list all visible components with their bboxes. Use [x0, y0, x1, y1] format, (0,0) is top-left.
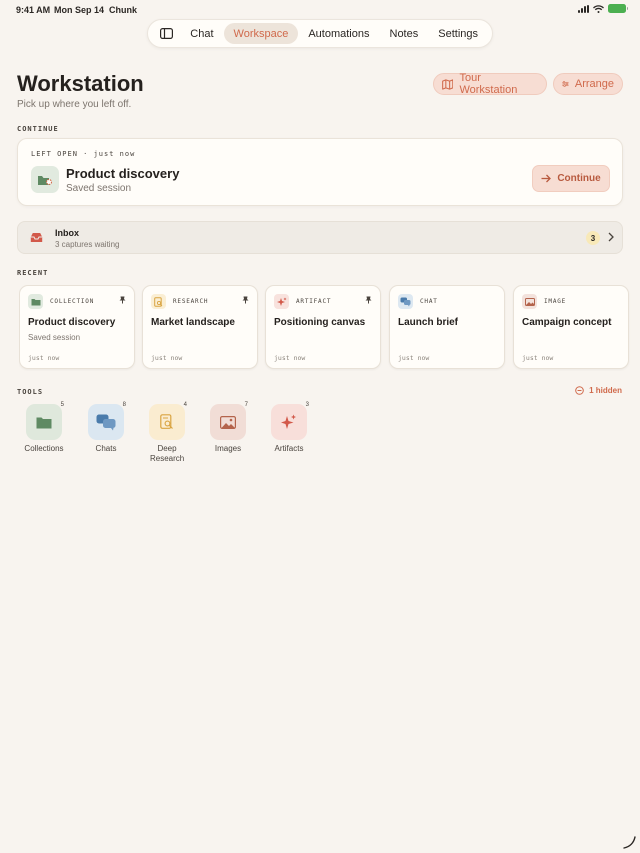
status-time: 9:41 AM — [16, 5, 51, 15]
tool-label: Collections — [24, 444, 64, 453]
folder-icon: 5 — [26, 402, 64, 440]
battery-icon — [608, 4, 628, 13]
recent-card-campaign-concept[interactable]: IMAGE Campaign concept just now — [513, 285, 629, 369]
cellular-signal-icon — [578, 4, 589, 13]
recent-card-time: just now — [151, 354, 183, 362]
page-subtitle: Pick up where you left off. — [17, 99, 132, 110]
hidden-tools-button[interactable]: 1 hidden — [575, 386, 622, 395]
tool-deep-research[interactable]: 4 Deep Research — [137, 402, 197, 464]
arrange-label: Arrange — [574, 78, 614, 90]
tab-notes[interactable]: Notes — [380, 23, 429, 44]
continue-button[interactable]: Continue — [532, 165, 610, 192]
tool-images[interactable]: 7 Images — [198, 402, 258, 454]
status-bar: 9:41 AM Mon Sep 14 Chunk — [0, 0, 640, 20]
sidebar-toggle-button[interactable] — [152, 23, 180, 44]
recent-card-type: CHAT — [420, 298, 438, 305]
tool-count-badge: 5 — [60, 402, 64, 408]
recent-card-type: COLLECTION — [50, 298, 95, 305]
status-indicators — [578, 4, 628, 13]
collection-folder-icon — [31, 166, 59, 193]
tool-artifacts[interactable]: 3 Artifacts — [259, 402, 319, 454]
chat-icon — [398, 294, 413, 309]
sliders-icon — [562, 81, 569, 87]
inbox-count-badge: 3 — [586, 231, 600, 245]
recent-card-time: just now — [274, 354, 306, 362]
recent-card-subtitle: Saved session — [28, 333, 81, 342]
inbox-subtitle: 3 captures waiting — [55, 240, 120, 249]
recent-card-title: Campaign concept — [522, 317, 612, 328]
pin-icon[interactable] — [365, 296, 372, 304]
tour-workstation-button[interactable]: Tour Workstation — [433, 72, 547, 96]
arrange-button[interactable]: Arrange — [553, 73, 623, 95]
image-icon: 7 — [210, 402, 248, 440]
chevron-right-icon — [608, 232, 614, 242]
resize-corner-icon — [623, 836, 636, 849]
recent-card-title: Product discovery — [28, 317, 116, 328]
tool-label: Artifacts — [274, 444, 304, 453]
recent-card-time: just now — [28, 354, 60, 362]
tool-count-badge: 7 — [244, 402, 248, 408]
recent-card-title: Launch brief — [398, 317, 459, 328]
research-icon: 4 — [149, 402, 187, 440]
tool-label: Images — [214, 444, 242, 453]
inbox-title: Inbox — [55, 228, 79, 238]
top-navigation: Chat Workspace Automations Notes Setting… — [147, 19, 493, 48]
chat-icon: 8 — [88, 402, 126, 440]
recent-card-time: just now — [398, 354, 430, 362]
hidden-circle-icon — [575, 386, 584, 395]
continue-card[interactable]: LEFT OPEN · just now Product discovery S… — [17, 138, 623, 206]
inbox-row[interactable]: Inbox 3 captures waiting 3 — [17, 221, 623, 254]
recent-card-positioning-canvas[interactable]: ARTIFACT Positioning canvas just now — [265, 285, 381, 369]
tool-count-badge: 4 — [183, 402, 187, 408]
recent-card-product-discovery[interactable]: COLLECTION Product discovery Saved sessi… — [19, 285, 135, 369]
tab-automations[interactable]: Automations — [298, 23, 379, 44]
pin-icon[interactable] — [119, 296, 126, 304]
tool-label: Chats — [95, 444, 117, 453]
research-icon — [151, 294, 166, 309]
folder-icon — [28, 294, 43, 309]
recent-card-title: Market landscape — [151, 317, 235, 328]
continue-button-label: Continue — [557, 173, 601, 184]
recent-card-type: IMAGE — [544, 298, 567, 305]
page-title: Workstation — [17, 71, 144, 96]
continue-subtitle: Saved session — [66, 183, 132, 194]
recent-section-label: RECENT — [17, 269, 49, 277]
continue-title: Product discovery — [66, 166, 180, 181]
tool-label: Deep Research — [150, 444, 185, 463]
tour-workstation-label: Tour Workstation — [459, 72, 518, 96]
sparkle-icon: 3 — [271, 402, 309, 440]
recent-card-type: RESEARCH — [173, 298, 209, 305]
tool-collections[interactable]: 5 Collections — [14, 402, 74, 454]
recent-card-launch-brief[interactable]: CHAT Launch brief just now — [389, 285, 505, 369]
inbox-tray-icon — [30, 233, 43, 242]
recent-card-title: Positioning canvas — [274, 317, 366, 328]
recent-cards-row[interactable]: COLLECTION Product discovery Saved sessi… — [19, 285, 640, 371]
arrow-right-icon — [541, 174, 552, 183]
recent-card-market-landscape[interactable]: RESEARCH Market landscape just now — [142, 285, 258, 369]
status-date: Mon Sep 14 — [54, 5, 105, 15]
hidden-tools-label: 1 hidden — [589, 386, 622, 395]
status-app-name: Chunk — [109, 5, 137, 15]
continue-section-label: CONTINUE — [17, 125, 59, 133]
image-icon — [522, 294, 537, 309]
recent-card-type: ARTIFACT — [296, 298, 332, 305]
tools-section-label: TOOLS — [17, 388, 44, 396]
tab-settings[interactable]: Settings — [428, 23, 488, 44]
recent-card-time: just now — [522, 354, 554, 362]
tab-workspace[interactable]: Workspace — [223, 23, 299, 44]
continue-meta: LEFT OPEN · just now — [31, 150, 136, 158]
sparkle-icon — [274, 294, 289, 309]
map-icon — [442, 78, 454, 90]
pin-icon[interactable] — [242, 296, 249, 304]
wifi-icon — [593, 4, 604, 13]
tool-count-badge: 3 — [305, 402, 309, 408]
tool-chats[interactable]: 8 Chats — [76, 402, 136, 454]
sidebar-icon — [159, 28, 173, 39]
tool-count-badge: 8 — [122, 402, 126, 408]
tab-chat[interactable]: Chat — [180, 23, 223, 44]
